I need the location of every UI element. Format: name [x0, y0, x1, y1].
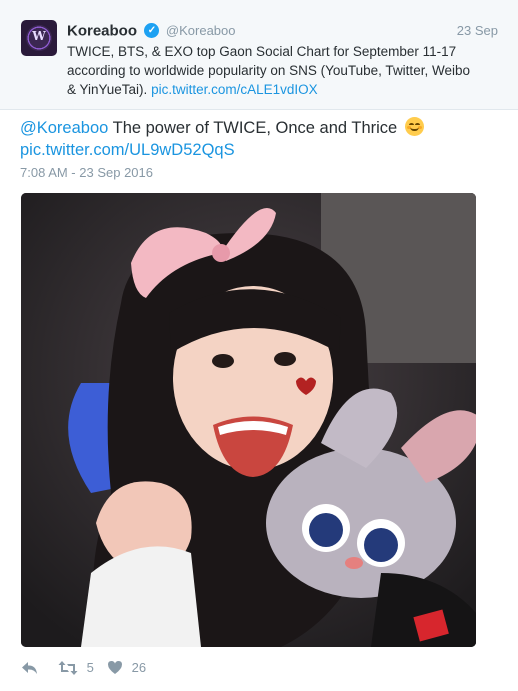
quoted-tweet-media-link[interactable]: pic.twitter.com/cALE1vdIOX — [151, 82, 318, 97]
quoted-tweet[interactable]: W Koreaboo ✓ @Koreaboo 23 Sep TWICE, BTS… — [0, 0, 518, 110]
quoted-tweet-text: TWICE, BTS, & EXO top Gaon Social Chart … — [67, 42, 505, 99]
tweet-text: @Koreaboo The power of TWICE, Once and T… — [20, 117, 500, 161]
tweet-photo[interactable] — [21, 193, 476, 647]
retweet-icon — [58, 660, 78, 675]
reply-button[interactable] — [21, 656, 39, 678]
tweet-body: The power of TWICE, Once and Thrice — [112, 119, 398, 137]
like-button[interactable]: 26 — [107, 656, 146, 678]
avatar[interactable]: W — [21, 20, 57, 56]
tweet-media-link[interactable]: pic.twitter.com/UL9wD52QqS — [20, 141, 235, 159]
avatar-logo-mark: W — [32, 29, 46, 43]
quoted-text-line1: TWICE, BTS, & EXO top Gaon Social Chart … — [67, 44, 457, 59]
heart-icon — [108, 661, 122, 675]
author-name[interactable]: Koreaboo — [67, 22, 137, 39]
quoted-text-line2: according to worldwide popularity on SNS… — [67, 63, 470, 78]
quoted-tweet-header: Koreaboo ✓ @Koreaboo 23 Sep — [67, 22, 498, 40]
tweet-actions: 5 26 — [20, 656, 500, 678]
reply-icon — [22, 661, 37, 674]
like-count: 26 — [131, 659, 147, 675]
quoted-tweet-date[interactable]: 23 Sep — [457, 23, 498, 38]
mention-link[interactable]: @Koreaboo — [20, 119, 108, 137]
photo-illustration — [21, 193, 476, 647]
relieved-face-emoji-icon — [404, 117, 424, 136]
tweet-timestamp[interactable]: 7:08 AM - 23 Sep 2016 — [20, 165, 153, 180]
retweet-button[interactable]: 5 — [58, 656, 94, 678]
retweet-count: 5 — [86, 659, 94, 675]
quoted-text-line3: & YinYueTai). — [67, 82, 148, 97]
verified-badge-icon: ✓ — [144, 23, 160, 39]
author-handle[interactable]: @Koreaboo — [166, 23, 236, 38]
